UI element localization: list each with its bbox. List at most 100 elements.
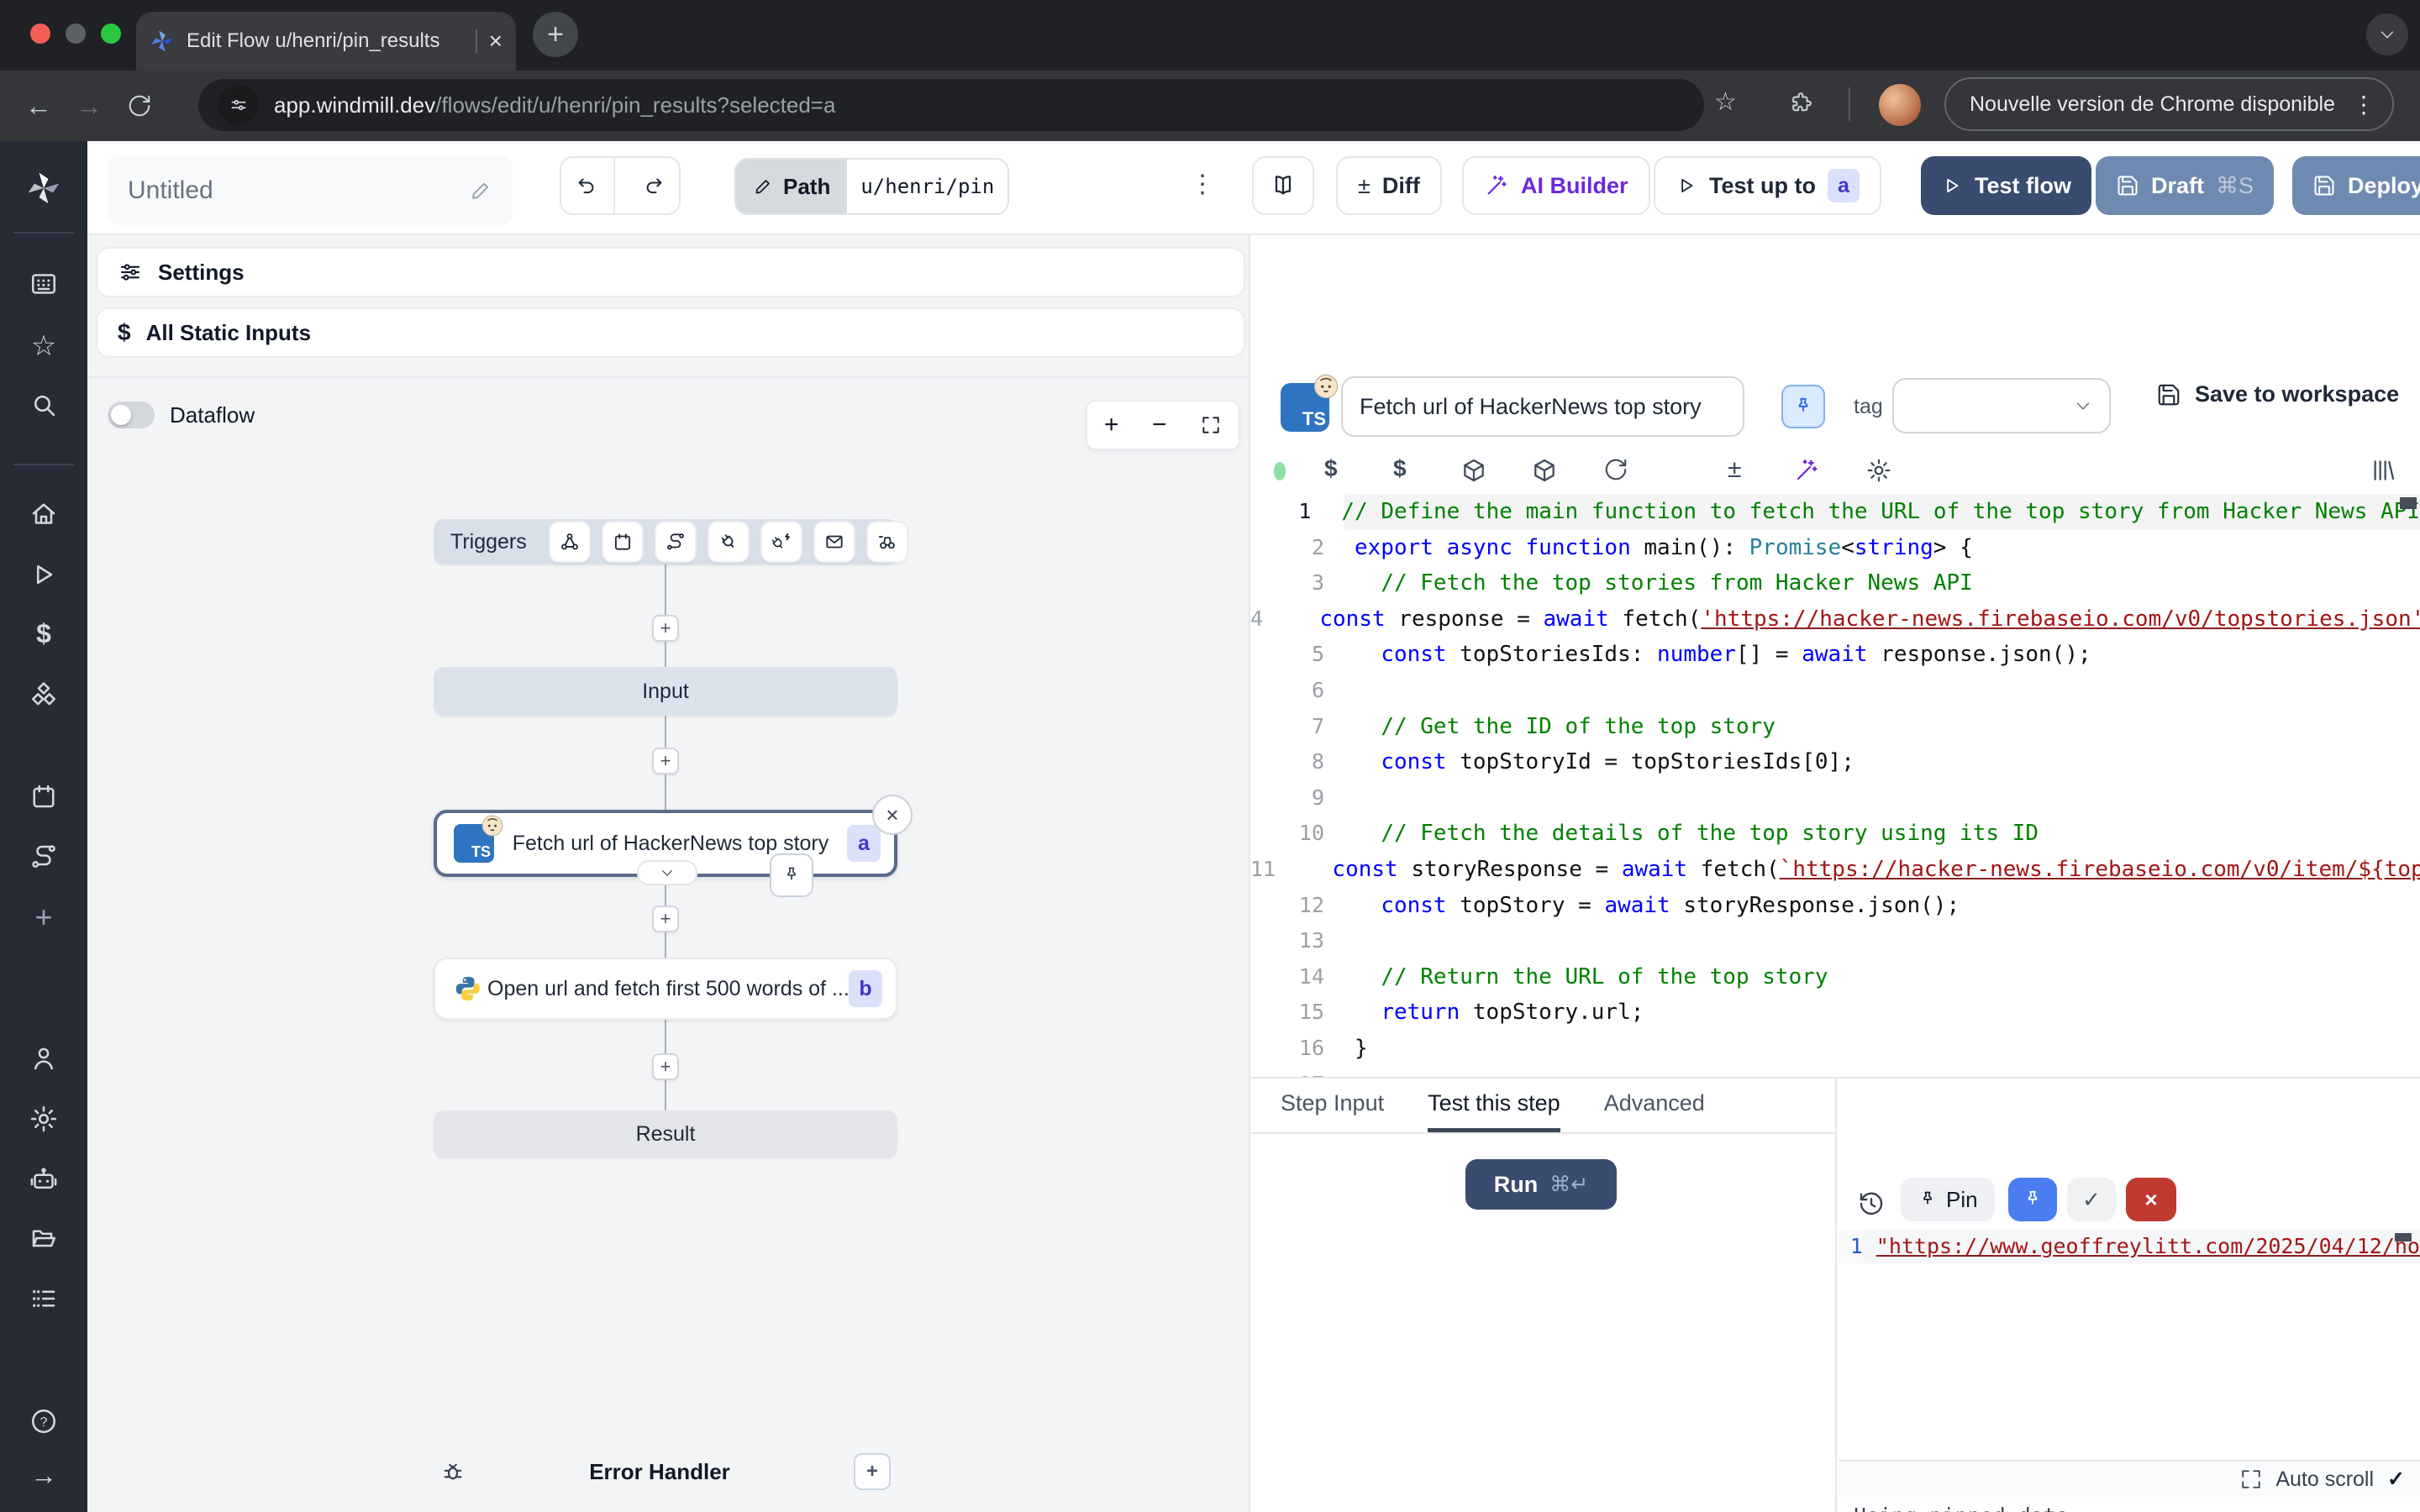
more-options-kebab-icon[interactable]: ⋮: [1190, 170, 1215, 199]
add-step-button[interactable]: +: [652, 748, 679, 774]
sidebar-item-schedules[interactable]: [29, 781, 59, 811]
extensions-icon[interactable]: [1788, 91, 1813, 116]
poll-trigger-icon[interactable]: [866, 521, 908, 563]
ai-wand-icon[interactable]: [1793, 457, 1820, 484]
step-a-node[interactable]: TS Fetch url of HackerNews top story a ×: [434, 810, 897, 877]
code-line[interactable]: 5 const topStoriesIds: number[] = await …: [1250, 637, 2420, 673]
code-line[interactable]: 15 return topStory.url;: [1250, 995, 2420, 1031]
kafka-trigger-icon[interactable]: [760, 521, 802, 563]
tab-advanced[interactable]: Advanced: [1604, 1090, 1705, 1132]
code-line[interactable]: 11 const storyResponse = await fetch(`ht…: [1250, 852, 2420, 888]
code-line[interactable]: 17: [1250, 1067, 2420, 1078]
step-b-node[interactable]: Open url and fetch first 500 words of ..…: [434, 958, 897, 1020]
pin-toggle-button[interactable]: Pin: [1901, 1178, 1995, 1221]
test-up-to-button[interactable]: Test up to a: [1654, 156, 1881, 215]
code-line[interactable]: 12 const topStory = await storyResponse.…: [1250, 888, 2420, 924]
chrome-update-button[interactable]: Nouvelle version de Chrome disponible ⋮: [1944, 77, 2394, 131]
sidebar-item-apps[interactable]: [29, 269, 59, 299]
pinned-step-icon[interactable]: [770, 853, 813, 897]
code-line[interactable]: 2export async function main(): Promise<s…: [1250, 530, 2420, 566]
flow-name-input[interactable]: Untitled: [108, 156, 513, 225]
run-button[interactable]: Run ⌘↵: [1465, 1159, 1617, 1210]
diff-icon[interactable]: ±: [1728, 455, 1741, 484]
pinned-data-editor[interactable]: 1"https://www.geoffreylitt.com/2025/04/1…: [1839, 1230, 2420, 1317]
sidebar-item-audit-logs[interactable]: [29, 1284, 59, 1314]
draft-button[interactable]: Draft ⌘S: [2096, 156, 2274, 215]
remove-pin-button[interactable]: ×: [2126, 1178, 2176, 1221]
auto-scroll-checkbox[interactable]: ✓: [2387, 1467, 2405, 1492]
sidebar-item-folders[interactable]: [29, 1223, 59, 1253]
code-line[interactable]: 8 const topStoryId = topStoriesIds[0];: [1250, 744, 2420, 780]
step-name-input[interactable]: Fetch url of HackerNews top story: [1341, 376, 1744, 437]
browser-menu-icon[interactable]: ⋮: [2352, 91, 2375, 118]
history-icon[interactable]: [1857, 1189, 1886, 1218]
remove-step-icon[interactable]: ×: [872, 795, 913, 835]
sidebar-item-settings[interactable]: [29, 1104, 59, 1134]
new-tab-button[interactable]: +: [533, 12, 578, 57]
code-line[interactable]: 13: [1250, 923, 2420, 959]
sidebar-item-help[interactable]: ?: [29, 1406, 59, 1436]
back-icon[interactable]: ←: [13, 91, 64, 122]
deploy-button[interactable]: Deploy: [2292, 156, 2420, 215]
code-line[interactable]: 10 // Fetch the details of the top story…: [1250, 816, 2420, 852]
code-line[interactable]: 6: [1250, 673, 2420, 709]
variables-icon[interactable]: $: [1324, 455, 1338, 482]
error-handler-node[interactable]: Error Handler +: [440, 1452, 891, 1492]
collapse-step-icon[interactable]: [637, 860, 697, 885]
editor-settings-gear-icon[interactable]: [1865, 457, 1892, 484]
package-icon[interactable]: [1531, 457, 1558, 484]
tag-dropdown[interactable]: [1892, 378, 2111, 433]
webhook-trigger-icon[interactable]: [549, 521, 591, 563]
sidebar-item-add[interactable]: +: [29, 902, 59, 932]
fit-view-icon[interactable]: [1200, 414, 1222, 436]
email-trigger-icon[interactable]: [813, 521, 855, 563]
bookmark-star-icon[interactable]: ☆: [1714, 87, 1737, 117]
diff-button[interactable]: ± Diff: [1336, 156, 1442, 215]
code-line[interactable]: 14 // Return the URL of the top story: [1250, 959, 2420, 995]
sidebar-item-resources[interactable]: [29, 680, 59, 711]
add-step-button[interactable]: +: [652, 906, 679, 932]
docs-button[interactable]: [1252, 156, 1314, 215]
sidebar-item-home[interactable]: [29, 499, 59, 529]
path-button[interactable]: Path: [736, 160, 847, 213]
save-to-workspace-button[interactable]: Save to workspace: [2156, 381, 2399, 407]
code-line[interactable]: 7 // Get the ID of the top story: [1250, 709, 2420, 745]
code-line[interactable]: 9: [1250, 780, 2420, 816]
package-icon[interactable]: [1460, 457, 1487, 484]
confirm-pin-button[interactable]: ✓: [2067, 1178, 2116, 1221]
code-line[interactable]: 16}: [1250, 1031, 2420, 1067]
http-route-trigger-icon[interactable]: [655, 521, 697, 563]
add-step-button[interactable]: +: [652, 1053, 679, 1080]
sidebar-item-user[interactable]: [29, 1043, 59, 1074]
schedule-trigger-icon[interactable]: [602, 521, 644, 563]
library-icon[interactable]: [2370, 457, 2396, 484]
window-zoom-button[interactable]: [101, 24, 121, 44]
reload-icon[interactable]: [114, 93, 165, 118]
sidebar-item-favorites[interactable]: ☆: [29, 331, 59, 361]
url-bar[interactable]: app.windmill.dev/flows/edit/u/henri/pin_…: [198, 79, 1704, 131]
pinned-editor-scrollbar[interactable]: [2395, 1233, 2412, 1242]
sidebar-item-workers[interactable]: [29, 1164, 59, 1194]
triggers-node[interactable]: Triggers: [434, 519, 897, 564]
flow-settings-row[interactable]: Settings: [96, 247, 1245, 297]
windmill-logo-icon[interactable]: [25, 170, 62, 207]
code-line[interactable]: 4 const response = await fetch('https://…: [1250, 601, 2420, 638]
add-step-button[interactable]: +: [652, 615, 679, 642]
window-close-button[interactable]: [30, 24, 50, 44]
sidebar-item-runs[interactable]: [29, 559, 59, 590]
test-flow-button[interactable]: Test flow: [1921, 156, 2091, 215]
pinned-active-button[interactable]: [2008, 1178, 2057, 1221]
sidebar-item-variables[interactable]: $: [29, 618, 59, 648]
sidebar-expand-icon[interactable]: →: [29, 1460, 59, 1490]
resources-icon[interactable]: $: [1393, 455, 1407, 482]
redo-button[interactable]: [627, 174, 679, 197]
undo-button[interactable]: [561, 158, 615, 213]
edit-name-pencil-icon[interactable]: [469, 179, 492, 202]
editor-scrollbar[interactable]: [2400, 497, 2417, 509]
code-line[interactable]: 1// Define the main function to fetch th…: [1250, 494, 2420, 530]
sidebar-item-routes[interactable]: [29, 842, 59, 872]
tab-search-button[interactable]: [2366, 13, 2408, 55]
zoom-out-icon[interactable]: −: [1152, 411, 1167, 439]
pin-step-button[interactable]: [1781, 385, 1825, 428]
input-node[interactable]: Input: [434, 667, 897, 716]
